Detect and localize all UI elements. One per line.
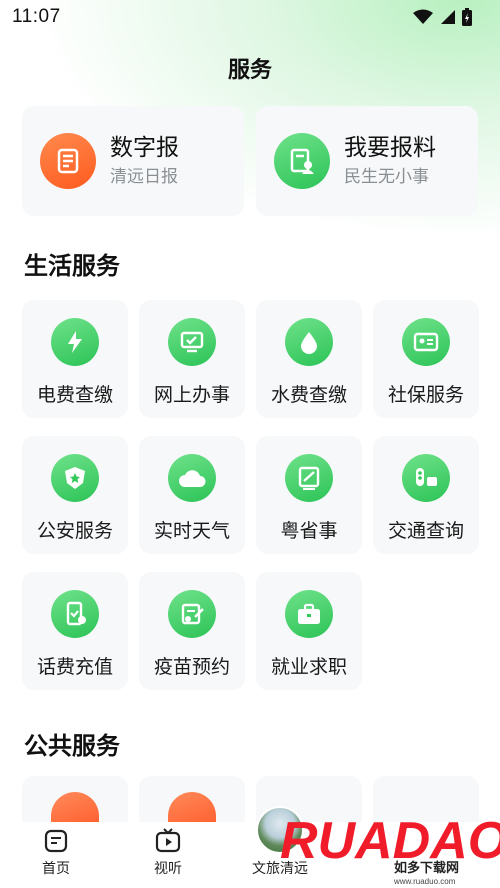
status-time: 11:07 bbox=[12, 6, 61, 27]
cloud-icon bbox=[168, 454, 216, 502]
signal-icon bbox=[441, 10, 455, 24]
battery-icon bbox=[462, 8, 472, 26]
status-icons bbox=[412, 8, 472, 26]
tile-label: 水费查缴 bbox=[270, 385, 347, 406]
service-tile-vaccine[interactable]: 疫苗预约 bbox=[139, 572, 245, 690]
service-tile-social-security[interactable]: 社保服务 bbox=[373, 300, 479, 418]
watermark-logo: RUADAO 如多下载网 www.ruaduo.com bbox=[280, 812, 500, 886]
card-subtitle: 清远日报 bbox=[110, 167, 178, 186]
home-icon bbox=[44, 829, 68, 853]
tv-icon bbox=[155, 828, 181, 853]
police-badge-icon bbox=[51, 454, 99, 502]
tile-label: 就业求职 bbox=[270, 657, 347, 678]
tile-label: 社保服务 bbox=[387, 385, 464, 406]
service-tile-electricity[interactable]: 电费查缴 bbox=[22, 300, 128, 418]
wifi-icon bbox=[413, 9, 433, 24]
service-tile-jobs[interactable]: 就业求职 bbox=[256, 572, 362, 690]
tile-label: 公安服务 bbox=[36, 521, 113, 542]
nav-label: 视听 bbox=[154, 860, 182, 876]
card-title: 数字报 bbox=[110, 134, 179, 160]
service-tile-phone-recharge[interactable]: 话费充值 bbox=[22, 572, 128, 690]
svg-text:如多下载网: 如多下载网 bbox=[394, 860, 459, 876]
tile-label: 电费查缴 bbox=[36, 385, 113, 406]
card-title: 我要报料 bbox=[344, 134, 436, 160]
nav-video[interactable]: 视听 bbox=[112, 822, 224, 888]
digital-newspaper-card[interactable]: 数字报 清远日报 bbox=[22, 106, 244, 216]
service-tile-weather[interactable]: 实时天气 bbox=[139, 436, 245, 554]
service-tile-water[interactable]: 水费查缴 bbox=[256, 300, 362, 418]
tile-label: 疫苗预约 bbox=[153, 657, 230, 678]
vaccine-icon bbox=[168, 590, 216, 638]
nav-label: 首页 bbox=[42, 860, 70, 876]
electricity-icon bbox=[51, 318, 99, 366]
nav-home[interactable]: 首页 bbox=[0, 822, 112, 888]
page-title: 服务 bbox=[227, 57, 272, 82]
social-security-card-icon bbox=[402, 318, 450, 366]
card-subtitle: 民生无小事 bbox=[344, 167, 429, 186]
status-bar: 11:07 bbox=[0, 0, 500, 34]
newspaper-icon bbox=[40, 133, 96, 189]
water-icon bbox=[285, 318, 333, 366]
tile-label: 网上办事 bbox=[153, 385, 230, 406]
section-title-life: 生活服务 bbox=[24, 253, 120, 280]
yue-app-icon bbox=[285, 454, 333, 502]
service-tile-yueshengshi[interactable]: 粤省事 bbox=[256, 436, 362, 554]
service-tile-traffic[interactable]: 交通查询 bbox=[373, 436, 479, 554]
service-tile-police[interactable]: 公安服务 bbox=[22, 436, 128, 554]
online-service-icon bbox=[168, 318, 216, 366]
svg-text:RUADAO: RUADAO bbox=[280, 812, 500, 870]
briefcase-icon bbox=[285, 590, 333, 638]
tile-label: 话费充值 bbox=[36, 657, 113, 678]
tile-label: 交通查询 bbox=[387, 521, 464, 542]
tile-label: 粤省事 bbox=[280, 521, 338, 542]
service-tile-online[interactable]: 网上办事 bbox=[139, 300, 245, 418]
traffic-icon bbox=[402, 454, 450, 502]
phone-recharge-icon bbox=[51, 590, 99, 638]
section-title-public: 公共服务 bbox=[24, 733, 120, 760]
report-icon bbox=[274, 133, 330, 189]
report-news-card[interactable]: 我要报料 民生无小事 bbox=[256, 106, 478, 216]
tile-label: 实时天气 bbox=[153, 521, 230, 542]
svg-text:www.ruaduo.com: www.ruaduo.com bbox=[393, 877, 456, 886]
